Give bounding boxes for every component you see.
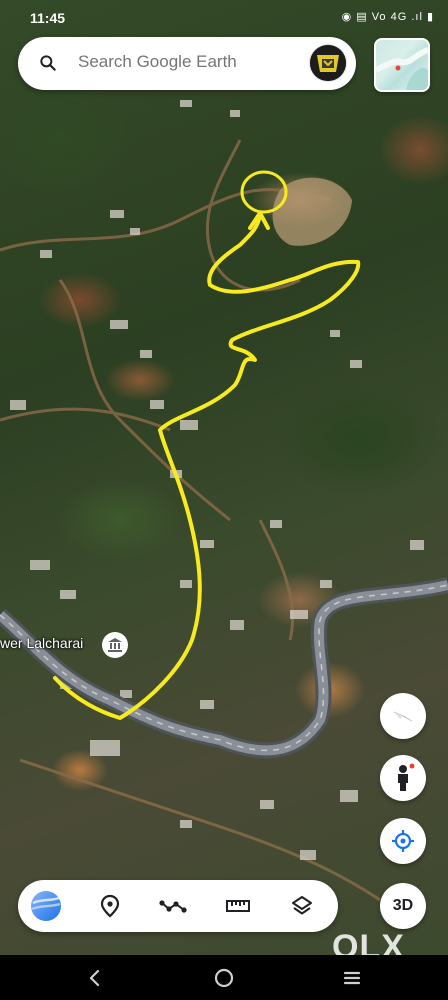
bottom-toolbar: [18, 880, 338, 932]
place-pin-icon: [100, 894, 120, 918]
status-time: 11:45: [30, 10, 66, 26]
home-icon[interactable]: [212, 966, 236, 990]
satellite-map[interactable]: wer Lalcharai: [0, 0, 448, 955]
search-icon[interactable]: [38, 53, 58, 73]
landmark-marker[interactable]: [102, 632, 128, 658]
back-icon[interactable]: [83, 966, 107, 990]
layers-icon: [292, 896, 312, 915]
minimap-thumbnail[interactable]: [374, 38, 430, 92]
pegman-icon: [398, 763, 415, 791]
view-3d-label: 3D: [392, 897, 414, 914]
place-label[interactable]: wer Lalcharai: [0, 635, 83, 651]
search-input[interactable]: Search Google Earth: [78, 52, 237, 72]
compass-icon: [393, 711, 413, 722]
layers-button[interactable]: [284, 888, 320, 924]
compass-button[interactable]: [380, 693, 426, 739]
earth-logo-icon: [31, 891, 61, 921]
path-icon: [159, 900, 187, 913]
recents-icon[interactable]: [340, 966, 364, 990]
earth-menu-button[interactable]: [28, 888, 64, 924]
view-3d-button[interactable]: 3D: [380, 883, 426, 929]
museum-icon: [108, 638, 122, 652]
measure-button[interactable]: [220, 888, 256, 924]
avatar[interactable]: [310, 45, 346, 81]
search-bar[interactable]: Search Google Earth: [18, 37, 356, 90]
add-place-button[interactable]: [92, 888, 128, 924]
android-nav-bar: [0, 955, 448, 1000]
status-bar: 11:45 ◉ ▤ Vo 4G .ıl ▮: [0, 0, 448, 36]
my-location-icon: [392, 830, 414, 852]
map-layer: [0, 100, 448, 902]
ruler-icon: [226, 900, 250, 912]
avatar-image: [310, 45, 346, 81]
my-location-button[interactable]: [380, 818, 426, 864]
status-icons: ◉ ▤ Vo 4G .ıl ▮: [341, 11, 434, 23]
draw-path-button[interactable]: [156, 888, 192, 924]
street-view-button[interactable]: [380, 755, 426, 801]
minimap-image: [376, 47, 428, 90]
